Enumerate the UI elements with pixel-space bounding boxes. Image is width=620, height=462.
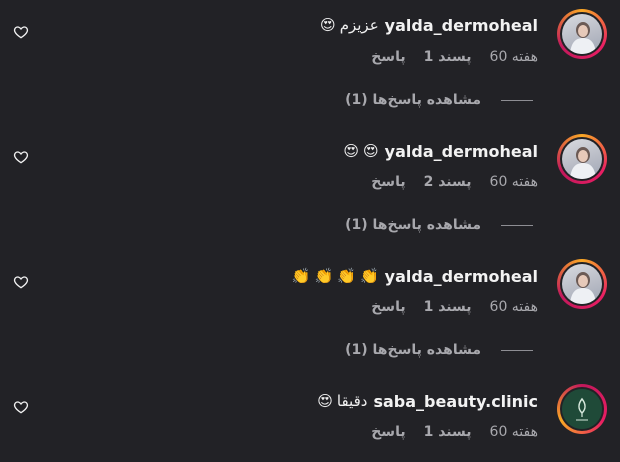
like-heart-icon[interactable] (12, 148, 30, 166)
likes-count[interactable]: 1 پسند (424, 49, 472, 65)
timestamp: 60 هفته (489, 174, 538, 190)
comment: 😍 عزیزم yalda_dermoheal پاسخ 1 پسند 60 ه… (0, 0, 620, 125)
reply-button[interactable]: پاسخ (371, 424, 405, 440)
emoji: 😍 (343, 142, 360, 160)
emoji: 😍 (363, 142, 379, 160)
reply-button[interactable]: پاسخ (371, 49, 405, 65)
emoji: 😍 (320, 16, 336, 34)
comment: 😍 دقیقا saba_beauty.clinic پاسخ 1 پسند 6… (0, 375, 620, 462)
like-heart-icon[interactable] (12, 273, 30, 291)
comment: 👏 👏 👏 👏 yalda_dermoheal پاسخ 1 پسند 60 ه… (0, 250, 620, 375)
comment-body: عزیزم (339, 16, 379, 34)
comment-text: 👏 👏 👏 👏 (292, 267, 379, 285)
divider (501, 224, 533, 226)
emoji: 👏 (337, 267, 356, 285)
view-replies-button[interactable]: مشاهده پاسخ‌ها (1) (345, 215, 533, 235)
username[interactable]: saba_beauty.clinic (373, 392, 538, 411)
reply-button[interactable]: پاسخ (371, 299, 405, 315)
emoji: 👏 (291, 267, 311, 285)
timestamp: 60 هفته (489, 424, 538, 440)
timestamp: 60 هفته (489, 299, 538, 315)
emoji: 😍 (317, 392, 333, 410)
likes-count[interactable]: 2 پسند (424, 174, 472, 190)
view-replies-label: مشاهده پاسخ‌ها (1) (345, 342, 481, 358)
emoji: 👏 (314, 267, 334, 285)
avatar[interactable] (557, 259, 607, 309)
avatar[interactable] (557, 9, 607, 59)
comment-text: 😍 😍 (343, 142, 378, 160)
likes-count[interactable]: 1 پسند (424, 424, 472, 440)
like-heart-icon[interactable] (12, 23, 30, 41)
view-replies-label: مشاهده پاسخ‌ها (1) (345, 92, 481, 108)
view-replies-button[interactable]: مشاهده پاسخ‌ها (1) (345, 90, 533, 110)
reply-button[interactable]: پاسخ (371, 174, 405, 190)
emoji: 👏 (359, 267, 379, 285)
timestamp: 60 هفته (489, 49, 538, 65)
divider (501, 349, 533, 351)
avatar[interactable] (557, 384, 607, 434)
comment-body: دقیقا (336, 392, 368, 410)
view-replies-button[interactable]: مشاهده پاسخ‌ها (1) (345, 340, 533, 360)
comment-text: 😍 عزیزم (320, 16, 379, 34)
view-replies-label: مشاهده پاسخ‌ها (1) (345, 217, 481, 233)
like-heart-icon[interactable] (12, 398, 30, 416)
avatar[interactable] (557, 134, 607, 184)
username[interactable]: yalda_dermoheal (385, 142, 538, 161)
comment-text: 😍 دقیقا (317, 392, 367, 410)
comment: 😍 😍 yalda_dermoheal پاسخ 2 پسند 60 هفته … (0, 125, 620, 250)
likes-count[interactable]: 1 پسند (424, 299, 472, 315)
divider (501, 99, 533, 101)
username[interactable]: yalda_dermoheal (385, 16, 538, 35)
username[interactable]: yalda_dermoheal (385, 267, 538, 286)
